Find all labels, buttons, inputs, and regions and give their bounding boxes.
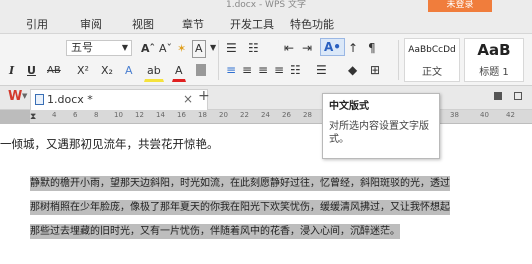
- ribbon-divider: [398, 40, 399, 80]
- chinese-layout-button[interactable]: A•: [320, 38, 345, 56]
- window-layout-icon[interactable]: [494, 92, 502, 100]
- menu-section[interactable]: 章节: [182, 16, 204, 32]
- shaded-text: 那树梢照在少年脸庞，像极了那年夏天的你我在阳光下欢笑忧伤，缓缓清风拂过，又让我怀…: [30, 200, 450, 215]
- italic-button[interactable]: I: [6, 62, 17, 80]
- ruler-number: 8: [94, 111, 99, 119]
- document-text-line[interactable]: 一倾城，又遇那初见流年，共尝花开惊艳。: [0, 136, 219, 152]
- ruler-number: 38: [450, 111, 459, 119]
- ruler-number: 40: [480, 111, 489, 119]
- document-tab[interactable]: 1.docx * ×: [30, 89, 208, 110]
- line-spacing-icon[interactable]: ☰: [316, 62, 327, 78]
- highlight-button[interactable]: ab: [144, 62, 164, 82]
- shaded-text: 那些过去埋藏的旧时光，又有一片忧伤，伴随着风中的花香，浸入心间，沉醉迷茫。: [30, 224, 400, 239]
- style-label: 正文: [422, 67, 442, 78]
- style-sample: AaBbCcDd: [408, 45, 456, 55]
- ruler-number: 20: [219, 111, 228, 119]
- font-color-button[interactable]: A: [172, 62, 186, 82]
- align-right-icon[interactable]: ≡: [258, 62, 268, 78]
- strikethrough-button[interactable]: AB: [44, 62, 64, 80]
- restore-icon[interactable]: [514, 92, 522, 100]
- style-sample: AaB: [477, 41, 511, 59]
- char-border-button[interactable]: A: [192, 40, 206, 58]
- borders-icon[interactable]: ⊞: [370, 62, 380, 78]
- align-left-icon[interactable]: ≡: [226, 62, 236, 78]
- document-icon: [35, 94, 44, 105]
- menu-review[interactable]: 审阅: [80, 16, 102, 32]
- document-canvas[interactable]: 一倾城，又遇那初见流年，共尝花开惊艳。 静默的檐开小雨，望那天边斜阳，时光如流，…: [0, 124, 532, 264]
- menu-view[interactable]: 视图: [132, 16, 154, 32]
- menu-bar: 引用 审阅 视图 章节 开发工具 特色功能: [0, 12, 532, 34]
- sort-icon[interactable]: ↑: [348, 40, 358, 56]
- justify-icon[interactable]: ≡: [274, 62, 284, 78]
- ruler-number: 14: [156, 111, 165, 119]
- menu-references[interactable]: 引用: [26, 16, 48, 32]
- text-effect-button[interactable]: A: [122, 62, 136, 80]
- align-center-icon[interactable]: ≡: [242, 62, 252, 78]
- ruler-margin: [0, 110, 30, 124]
- char-shading-icon[interactable]: [196, 64, 206, 76]
- chevron-down-icon: ▼: [121, 43, 128, 52]
- ruler-number: 16: [177, 111, 186, 119]
- indent-marker-icon[interactable]: ⧗: [30, 112, 36, 122]
- style-heading-1[interactable]: AaB 标题 1: [464, 38, 524, 82]
- ruler-number: 10: [114, 111, 123, 119]
- bullet-list-icon[interactable]: ☰: [226, 40, 237, 56]
- chevron-down-icon: ▼: [210, 43, 217, 52]
- ruler-number: 22: [240, 111, 249, 119]
- ruler-number: 18: [198, 111, 207, 119]
- document-tab-label: 1.docx *: [47, 93, 93, 106]
- shading-icon[interactable]: ◆: [348, 62, 357, 78]
- style-label: 标题 1: [479, 67, 509, 78]
- tooltip-title: 中文版式: [329, 101, 369, 112]
- show-marks-icon[interactable]: ¶: [368, 40, 376, 56]
- subscript-button[interactable]: X₂: [98, 62, 116, 80]
- document-tab-bar: W ▼ 1.docx * × +: [0, 86, 532, 110]
- decrease-indent-icon[interactable]: ⇤: [284, 40, 294, 56]
- shaded-text: 静默的檐开小雨，望那天边斜阳，时光如流，在此刻愿静好过往，忆曾经，斜阳斑驳的光，…: [30, 176, 450, 191]
- shaded-paragraph[interactable]: 静默的檐开小雨，望那天边斜阳，时光如流，在此刻愿静好过往，忆曾经，斜阳斑驳的光，…: [30, 172, 512, 244]
- close-icon[interactable]: ×: [183, 92, 193, 106]
- ruler-number: 4: [52, 111, 57, 119]
- shaded-line: 那树梢照在少年脸庞，像极了那年夏天的你我在阳光下欢笑忧伤，缓缓清风拂过，又让我怀…: [30, 196, 512, 220]
- font-size-value: 五号: [71, 41, 93, 54]
- window-title: 1.docx - WPS 文字: [226, 0, 306, 10]
- chevron-down-icon[interactable]: ▼: [22, 92, 27, 100]
- increase-indent-icon[interactable]: ⇥: [302, 40, 312, 56]
- distributed-icon[interactable]: ☷: [290, 62, 301, 78]
- ruler-number: 12: [135, 111, 144, 119]
- ribbon-divider: [218, 40, 219, 80]
- menu-special[interactable]: 特色功能: [290, 16, 334, 32]
- tooltip-description: 对所选内容设置文字版式。: [329, 121, 429, 145]
- new-tab-icon[interactable]: +: [198, 88, 210, 104]
- login-button[interactable]: 未登录: [428, 0, 492, 12]
- wps-logo-icon[interactable]: W: [8, 89, 22, 104]
- clear-format-icon[interactable]: ✶: [174, 40, 189, 58]
- superscript-button[interactable]: X²: [74, 62, 92, 80]
- shaded-line: 那些过去埋藏的旧时光，又有一片忧伤，伴随着风中的花香，浸入心间，沉醉迷茫。: [30, 220, 512, 244]
- numbered-list-icon[interactable]: ☷: [248, 40, 259, 56]
- tooltip: 中文版式 对所选内容设置文字版式。: [322, 93, 440, 159]
- ruler-number: 42: [506, 111, 515, 119]
- ruler-number: 24: [261, 111, 270, 119]
- style-normal[interactable]: AaBbCcDd 正文: [404, 38, 460, 82]
- font-size-select[interactable]: 五号 ▼: [66, 40, 132, 56]
- horizontal-ruler[interactable]: ⧗ 4 6 8 10 12 14 16 18 20 22 24 26 28 30…: [0, 110, 532, 124]
- menu-developer[interactable]: 开发工具: [230, 16, 274, 32]
- shrink-font-button[interactable]: Aˇ: [156, 40, 175, 58]
- ruler-number: 28: [303, 111, 312, 119]
- shaded-line: 静默的檐开小雨，望那天边斜阳，时光如流，在此刻愿静好过往，忆曾经，斜阳斑驳的光，…: [30, 172, 512, 196]
- ruler-number: 6: [73, 111, 78, 119]
- title-bar: 1.docx - WPS 文字 未登录: [0, 0, 532, 12]
- underline-button[interactable]: U: [24, 62, 39, 80]
- ruler-number: 26: [282, 111, 291, 119]
- grow-font-button[interactable]: Aˆ: [138, 40, 158, 58]
